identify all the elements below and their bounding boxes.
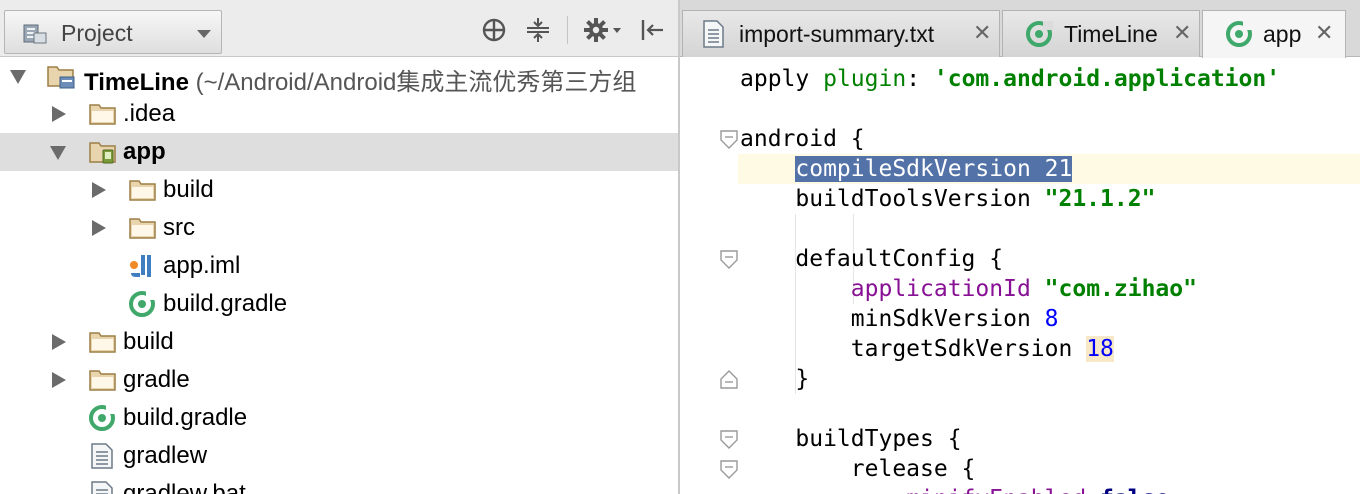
tree-item-gradlew[interactable]: gradlew — [0, 437, 678, 475]
chevron-down-icon — [197, 30, 211, 38]
settings-gear-icon[interactable] — [582, 15, 624, 45]
collapsed-arrow-icon[interactable] — [52, 372, 66, 388]
project-view-icon — [23, 22, 47, 44]
code-line-5: buildToolsVersion "21.1.2" — [795, 186, 1156, 212]
folder-icon — [128, 215, 156, 241]
code-line-7: defaultConfig { — [795, 246, 1004, 272]
close-icon[interactable]: ✕ — [973, 20, 991, 46]
code-editor: import-summary.txt ✕ TimeLine ✕ app ✕ ap… — [680, 0, 1360, 494]
tab-app[interactable]: app ✕ — [1202, 10, 1346, 58]
close-icon[interactable]: ✕ — [1315, 20, 1333, 46]
tree-item-label: build — [163, 176, 214, 203]
folder-icon — [88, 329, 116, 355]
tree-item-label: gradlew.bat — [123, 480, 246, 494]
editor-tab-bar: import-summary.txt ✕ TimeLine ✕ app ✕ — [680, 0, 1360, 58]
project-view-label: Project — [61, 20, 133, 46]
tab-label: app — [1263, 21, 1302, 47]
module-folder-icon — [88, 139, 116, 165]
fold-close-icon[interactable] — [720, 369, 738, 389]
collapsed-arrow-icon[interactable] — [92, 220, 106, 236]
tree-item-app-iml[interactable]: app.iml — [0, 247, 678, 285]
editor-gutter — [680, 57, 738, 494]
tree-item-gradle[interactable]: gradle — [0, 361, 678, 399]
code-line-11: } — [795, 366, 810, 392]
collapsed-arrow-icon[interactable] — [52, 106, 66, 122]
fold-open-icon[interactable] — [720, 130, 738, 150]
iml-file-icon — [128, 253, 156, 279]
tree-item-label: build.gradle — [123, 404, 248, 431]
fold-open-icon[interactable] — [720, 460, 738, 480]
toolbar-separator — [567, 16, 568, 44]
tree-item-label: app.iml — [163, 252, 241, 279]
project-tool-window: Project TimeLine (~/Android/Android集成主流优… — [0, 0, 678, 494]
tree-item-src[interactable]: src — [0, 209, 678, 247]
text-selection: compileSdkVersion 21 — [795, 156, 1073, 182]
code-text-area[interactable]: apply plugin: 'com.android.application' … — [738, 57, 1360, 494]
code-line-8: applicationId "com.zihao" — [850, 276, 1197, 302]
fold-open-icon[interactable] — [720, 250, 738, 270]
tree-item-root-build-gradle[interactable]: build.gradle — [0, 399, 678, 437]
tree-item-timeline-project[interactable]: TimeLine (~/Android/Android集成主流优秀第三方组 — [0, 57, 678, 96]
code-line-15: minifyEnabled false — [740, 484, 1169, 494]
tree-item-label: gradle — [123, 366, 190, 393]
expand-arrow-icon[interactable] — [50, 146, 66, 160]
text-file-icon — [701, 20, 727, 48]
code-line-13: buildTypes { — [795, 426, 962, 452]
tree-item-label: build — [123, 328, 174, 355]
code-line-10: targetSdkVersion 18 — [850, 336, 1114, 362]
tree-item-label: app — [123, 138, 166, 165]
tree-item-build[interactable]: build — [0, 323, 678, 361]
hide-panel-icon[interactable] — [638, 15, 666, 45]
tree-item-app-build-gradle[interactable]: build.gradle — [0, 285, 678, 323]
tree-item-label: TimeLine — [84, 69, 189, 96]
code-line-4: compileSdkVersion 21 — [740, 154, 1073, 184]
close-icon[interactable]: ✕ — [1173, 20, 1191, 46]
folder-icon — [88, 101, 116, 127]
tree-item-label: build.gradle — [163, 290, 288, 317]
tree-item-idea[interactable]: .idea — [0, 95, 678, 133]
collapsed-arrow-icon[interactable] — [52, 334, 66, 350]
project-view-selector[interactable]: Project — [4, 10, 222, 54]
project-toolbar: Project — [0, 0, 678, 57]
code-line-14: release { — [850, 456, 976, 482]
tree-item-label: .idea — [123, 100, 176, 127]
tab-import-summary[interactable]: import-summary.txt ✕ — [682, 10, 1000, 57]
code-line-1: apply plugin: 'com.android.application' — [740, 66, 1281, 92]
gradle-file-icon — [1225, 20, 1253, 48]
gradle-file-icon — [128, 291, 158, 317]
project-path-text: (~/Android/Android集成主流优秀第三方组 — [188, 69, 637, 96]
tree-item-label: gradlew — [123, 442, 208, 469]
folder-icon — [88, 367, 116, 393]
tab-timeline[interactable]: TimeLine ✕ — [1002, 10, 1200, 57]
gradle-file-icon — [1025, 20, 1053, 48]
tab-label: TimeLine — [1064, 21, 1158, 47]
tree-item-app-module[interactable]: app — [0, 133, 678, 171]
gradle-file-icon — [88, 405, 118, 431]
tree-item-app-build[interactable]: build — [0, 171, 678, 209]
expand-arrow-icon[interactable] — [10, 70, 26, 84]
fold-open-icon[interactable] — [720, 430, 738, 450]
scroll-from-source-icon[interactable] — [480, 15, 508, 45]
text-file-icon — [88, 481, 116, 494]
folder-icon — [128, 177, 156, 203]
collapsed-arrow-icon[interactable] — [92, 182, 106, 198]
text-file-icon — [88, 443, 116, 469]
tree-item-label: src — [163, 214, 195, 241]
code-line-9: minSdkVersion 8 — [850, 306, 1059, 332]
tree-item-gradlew-bat[interactable]: gradlew.bat — [0, 475, 678, 494]
project-folder-icon — [46, 63, 75, 89]
collapse-all-icon[interactable] — [524, 15, 552, 45]
code-line-3: android { — [740, 126, 865, 152]
tab-label: import-summary.txt — [739, 21, 935, 47]
project-tree: TimeLine (~/Android/Android集成主流优秀第三方组 .i… — [0, 57, 678, 494]
